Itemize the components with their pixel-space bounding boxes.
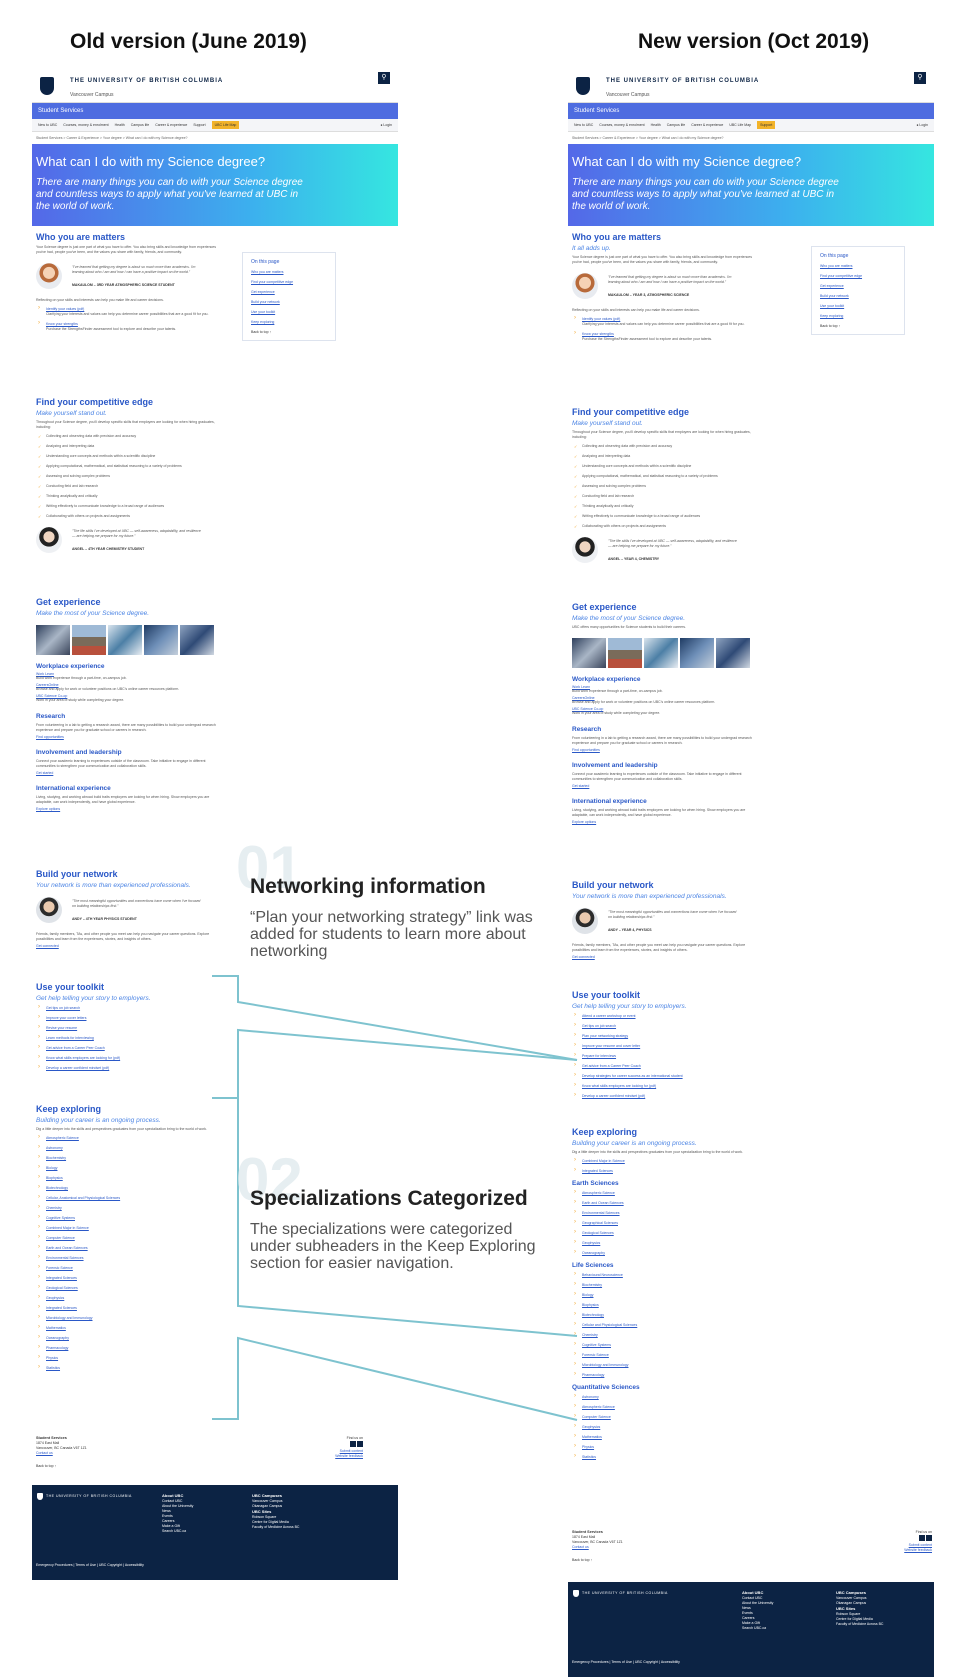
annotation-description: “Plan your networking strategy” link was… [250, 909, 533, 960]
annotation-title: Networking information [250, 875, 486, 898]
connector-line [212, 975, 578, 1061]
connector-lines [212, 975, 578, 1421]
networking-connector [212, 975, 578, 1099]
connector-line [212, 1336, 578, 1421]
annotation-networking: 01 Networking information “Plan your net… [236, 834, 570, 960]
annotation-title: Specializations Categorized [250, 1187, 528, 1210]
annotation-description: The specializations were categorized und… [250, 1221, 536, 1272]
annotation-specializations: 02 Specializations Categorized The speci… [236, 1146, 570, 1272]
connector-line [212, 1028, 578, 1099]
